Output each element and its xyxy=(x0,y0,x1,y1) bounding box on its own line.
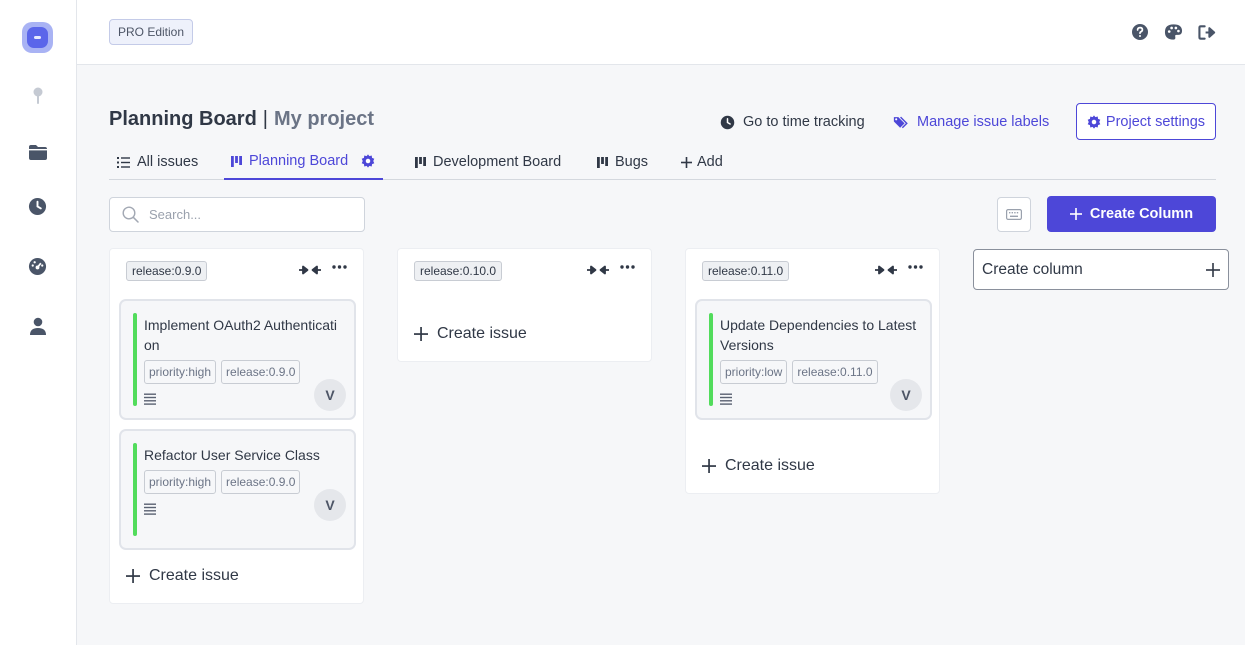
project-settings-label: Project settings xyxy=(1105,113,1206,130)
tab-planning-board[interactable]: Planning Board xyxy=(224,144,384,180)
create-column-button[interactable]: Create Column xyxy=(1047,196,1216,232)
column-menu-icon[interactable] xyxy=(908,265,923,269)
manage-labels-label: Manage issue labels xyxy=(917,114,1050,130)
card-status-bar xyxy=(133,313,137,406)
description-icon xyxy=(144,503,156,515)
card-title: Refactor User Service Class xyxy=(144,447,320,463)
column-label: release:0.9.0 xyxy=(126,261,208,281)
card-label: release:0.9.0 xyxy=(221,360,301,384)
create-column-label: Create Column xyxy=(1089,206,1194,222)
board-column: release:0.11.0 Update Dependencies to La… xyxy=(685,248,940,494)
page-title: Planning Board | My project xyxy=(109,108,374,131)
description-icon xyxy=(144,393,156,405)
folder-icon[interactable] xyxy=(27,142,48,163)
board-icon xyxy=(231,155,242,167)
card-labels: priority:high release:0.9.0 xyxy=(144,360,301,384)
palette-icon[interactable] xyxy=(1163,22,1183,42)
search-icon xyxy=(122,206,139,223)
plus-icon xyxy=(681,156,692,168)
plus-icon xyxy=(702,459,716,473)
tab-label: Planning Board xyxy=(249,153,349,169)
create-issue-label: Create issue xyxy=(149,567,239,584)
avatar[interactable]: V xyxy=(314,379,346,411)
time-tracking-link[interactable]: Go to time tracking xyxy=(720,112,865,132)
tags-icon xyxy=(893,115,909,129)
list-icon xyxy=(117,156,130,168)
title-separator: | xyxy=(262,108,268,130)
help-icon[interactable] xyxy=(1130,22,1150,42)
edition-badge: PRO Edition xyxy=(109,19,194,45)
card-title: Update Dependencies to Latest Versions xyxy=(720,317,917,353)
create-issue-button[interactable]: Create issue xyxy=(414,325,527,343)
clock-icon[interactable] xyxy=(27,196,48,217)
column-label: release:0.11.0 xyxy=(702,261,790,281)
new-column-input[interactable]: Create column xyxy=(973,249,1229,290)
tab-label: Bugs xyxy=(615,154,649,170)
issue-card[interactable]: Implement OAuth2 Authentication priority… xyxy=(119,299,356,420)
pin-icon[interactable] xyxy=(27,85,48,106)
plus-icon xyxy=(126,569,140,583)
issue-card[interactable]: Refactor User Service Class priority:hig… xyxy=(119,429,356,550)
gear-icon xyxy=(1087,114,1101,129)
create-issue-button[interactable]: Create issue xyxy=(702,457,815,475)
create-issue-button[interactable]: Create issue xyxy=(126,567,239,585)
plus-icon xyxy=(1069,208,1082,220)
description-icon xyxy=(720,393,732,405)
card-status-bar xyxy=(709,313,713,406)
column-label: release:0.10.0 xyxy=(414,261,503,281)
user-icon[interactable] xyxy=(27,316,48,337)
tab-label: Development Board xyxy=(433,154,562,170)
card-status-bar xyxy=(133,443,137,536)
board-settings-gear-icon[interactable] xyxy=(361,154,375,168)
board-tabs: All issues Planning Board Development Bo… xyxy=(109,144,1216,180)
tab-bugs[interactable]: Bugs xyxy=(597,144,648,180)
card-label: priority:high xyxy=(144,360,217,384)
card-label: release:0.11.0 xyxy=(792,360,878,384)
tab-add[interactable]: Add xyxy=(681,144,723,180)
card-labels: priority:low release:0.11.0 xyxy=(720,360,878,384)
search-box xyxy=(109,197,365,232)
create-issue-label: Create issue xyxy=(437,325,527,342)
logout-icon[interactable] xyxy=(1197,22,1217,42)
column-menu-icon[interactable] xyxy=(620,265,635,269)
board-icon xyxy=(415,156,426,168)
manage-labels-link[interactable]: Manage issue labels xyxy=(893,112,1049,132)
collapse-column-icon[interactable] xyxy=(875,265,897,275)
collapse-column-icon[interactable] xyxy=(587,265,609,275)
keyboard-shortcuts-button[interactable] xyxy=(997,197,1031,232)
card-label: priority:low xyxy=(720,360,788,384)
project-name[interactable]: My project xyxy=(274,108,374,130)
top-header: PRO Edition xyxy=(77,0,1245,65)
collapse-column-icon[interactable] xyxy=(299,265,321,275)
avatar[interactable]: V xyxy=(314,489,346,521)
board-column: release:0.10.0 Create issue xyxy=(397,248,652,362)
tab-all-issues[interactable]: All issues xyxy=(117,144,198,180)
tab-label: All issues xyxy=(137,154,199,170)
column-menu-icon[interactable] xyxy=(332,265,347,269)
app-logo[interactable] xyxy=(22,22,53,53)
tab-development-board[interactable]: Development Board xyxy=(415,144,561,180)
new-column-label: Create column xyxy=(982,260,1083,278)
card-label: release:0.9.0 xyxy=(221,470,301,494)
search-input[interactable] xyxy=(149,207,349,222)
board-title: Planning Board xyxy=(109,108,257,130)
tab-label: Add xyxy=(697,154,723,170)
project-settings-button[interactable]: Project settings xyxy=(1076,103,1216,140)
create-issue-label: Create issue xyxy=(725,457,815,474)
keyboard-icon xyxy=(1006,209,1022,220)
issue-card[interactable]: Update Dependencies to Latest Versions p… xyxy=(695,299,932,420)
time-tracking-label: Go to time tracking xyxy=(743,114,865,130)
board-icon xyxy=(597,156,608,168)
clock-icon xyxy=(720,115,735,130)
avatar[interactable]: V xyxy=(890,379,922,411)
card-labels: priority:high release:0.9.0 xyxy=(144,470,301,494)
board-column: release:0.9.0 Implement OAuth2 Authentic… xyxy=(109,248,364,604)
card-label: priority:high xyxy=(144,470,217,494)
card-title: Implement OAuth2 Authentication xyxy=(144,317,337,353)
plus-icon xyxy=(414,327,428,341)
plus-icon xyxy=(1206,262,1220,277)
dashboard-icon[interactable] xyxy=(27,256,48,277)
side-rail xyxy=(0,0,77,645)
